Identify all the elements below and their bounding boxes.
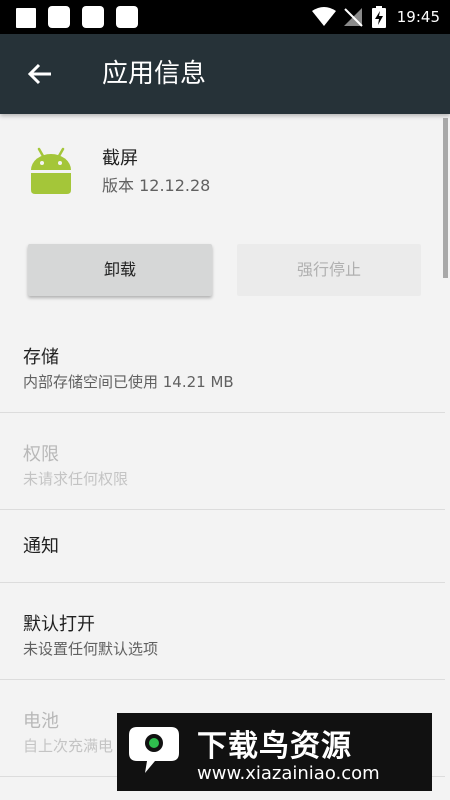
watermark-url: www.xiazainiao.com <box>197 763 380 784</box>
permissions-summary: 未请求任何权限 <box>23 470 129 488</box>
status-bar: 19:45 <box>0 0 450 34</box>
settings-list: 存储 内部存储空间已使用 14.21 MB 权限 未请求任何权限 通知 默认打开… <box>0 316 445 777</box>
notification-icon <box>16 8 36 28</box>
notification-icon <box>116 6 138 28</box>
app-name: 截屏 <box>102 148 138 169</box>
storage-item[interactable]: 存储 内部存储空间已使用 14.21 MB <box>0 316 445 413</box>
force-stop-button: 强行停止 <box>237 244 421 296</box>
page-title: 应用信息 <box>102 59 207 89</box>
app-bar: 应用信息 <box>0 34 450 114</box>
notifications-item[interactable]: 通知 <box>0 510 445 583</box>
permissions-title: 权限 <box>23 444 59 465</box>
storage-title: 存储 <box>23 347 59 368</box>
notification-icon <box>82 6 104 28</box>
app-header: 截屏 版本 12.12.28 <box>0 114 445 214</box>
open-by-default-summary: 未设置任何默认选项 <box>23 640 159 658</box>
status-time: 19:45 <box>396 8 440 26</box>
arrow-back-icon <box>27 63 51 85</box>
storage-summary: 内部存储空间已使用 14.21 MB <box>23 373 234 391</box>
battery-title: 电池 <box>23 711 59 732</box>
app-version: 版本 12.12.28 <box>102 176 211 195</box>
app-info-content[interactable]: 截屏 版本 12.12.28 卸载 强行停止 存储 内部存储空间已使用 14.2… <box>0 114 450 800</box>
watermark: 下载鸟资源 www.xiazainiao.com <box>117 713 432 791</box>
watermark-name: 下载鸟资源 <box>197 729 352 764</box>
no-signal-icon <box>344 8 363 27</box>
open-by-default-title: 默认打开 <box>23 614 95 635</box>
open-by-default-item[interactable]: 默认打开 未设置任何默认选项 <box>0 583 445 680</box>
battery-charging-icon <box>372 6 386 28</box>
permissions-item: 权限 未请求任何权限 <box>0 413 445 510</box>
battery-summary: 自上次充满电 <box>23 737 114 755</box>
bird-logo-icon <box>129 727 179 773</box>
back-button[interactable] <box>20 54 60 94</box>
uninstall-button[interactable]: 卸载 <box>28 244 212 296</box>
notifications-title: 通知 <box>23 536 59 557</box>
wifi-icon <box>312 7 336 26</box>
android-robot-icon <box>31 147 71 194</box>
notification-icon <box>48 6 70 28</box>
